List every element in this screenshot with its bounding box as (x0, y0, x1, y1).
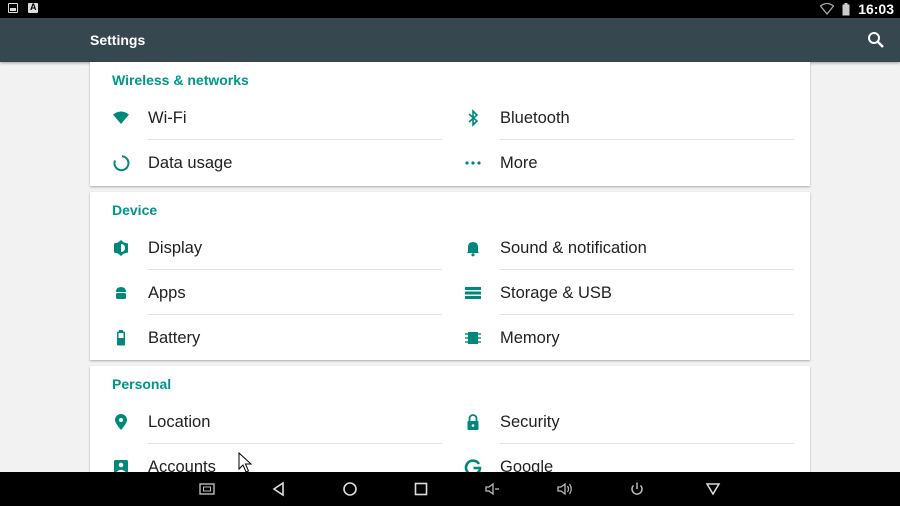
lock-icon (467, 414, 479, 430)
back-button[interactable] (270, 480, 288, 498)
item-label: Battery (148, 329, 201, 347)
android-apps-icon (116, 287, 126, 299)
page-title: Settings (90, 32, 146, 48)
section-title: Personal (112, 376, 172, 392)
settings-item-security[interactable]: Security (460, 399, 794, 444)
settings-item-sound[interactable]: Sound & notification (460, 225, 794, 270)
section-device: Device Display Sound & notification Apps… (90, 192, 810, 360)
bluetooth-icon (468, 109, 479, 127)
item-label: Bluetooth (500, 109, 570, 127)
item-label: Apps (148, 284, 186, 302)
battery-status-icon (842, 2, 850, 15)
app-notification-icon (28, 2, 38, 13)
data-usage-icon (113, 155, 130, 172)
section-title: Device (112, 202, 158, 218)
item-label: Data usage (148, 154, 233, 172)
navigation-bar (0, 472, 900, 506)
settings-item-memory[interactable]: Memory (460, 315, 794, 360)
memory-chip-icon (465, 332, 481, 344)
settings-item-bluetooth[interactable]: Bluetooth (460, 95, 794, 140)
screenshot-button[interactable] (198, 480, 216, 498)
settings-item-display[interactable]: Display (108, 225, 442, 270)
wifi-icon (113, 111, 129, 124)
hide-navigation-button[interactable] (704, 480, 722, 498)
settings-item-storage[interactable]: Storage & USB (460, 270, 794, 315)
section-wireless-networks: Wireless & networks Wi-Fi Bluetooth Data… (90, 62, 810, 186)
home-button[interactable] (341, 480, 359, 498)
battery-icon (117, 330, 125, 346)
settings-item-more[interactable]: More (460, 140, 794, 185)
volume-up-button[interactable] (556, 480, 574, 498)
settings-item-wifi[interactable]: Wi-Fi (108, 95, 442, 140)
status-bar: 16:03 (0, 0, 900, 18)
settings-item-location[interactable]: Location (108, 399, 442, 444)
clock: 16:03 (858, 1, 894, 17)
item-label: Security (500, 413, 560, 431)
storage-icon (465, 287, 481, 299)
item-label: Wi-Fi (148, 109, 187, 127)
location-pin-icon (115, 414, 127, 430)
settings-item-battery[interactable]: Battery (108, 315, 442, 360)
mouse-cursor-icon (238, 452, 253, 473)
item-label: Memory (500, 329, 560, 347)
image-notification-icon (8, 3, 18, 13)
item-label: Location (148, 413, 211, 431)
recent-apps-button[interactable] (412, 480, 430, 498)
item-label: More (500, 154, 538, 172)
item-label: Sound & notification (500, 239, 647, 257)
settings-item-apps[interactable]: Apps (108, 270, 442, 315)
display-brightness-icon (114, 240, 128, 256)
wifi-status-icon (820, 3, 835, 15)
item-label: Storage & USB (500, 284, 612, 302)
search-icon[interactable] (866, 30, 886, 50)
volume-down-button[interactable] (484, 480, 502, 498)
app-bar: Settings (0, 18, 900, 62)
power-button[interactable] (628, 480, 646, 498)
section-title: Wireless & networks (112, 72, 249, 88)
item-label: Display (148, 239, 203, 257)
bell-icon (466, 242, 480, 257)
settings-item-data-usage[interactable]: Data usage (108, 140, 442, 185)
more-dots-icon (465, 161, 481, 165)
